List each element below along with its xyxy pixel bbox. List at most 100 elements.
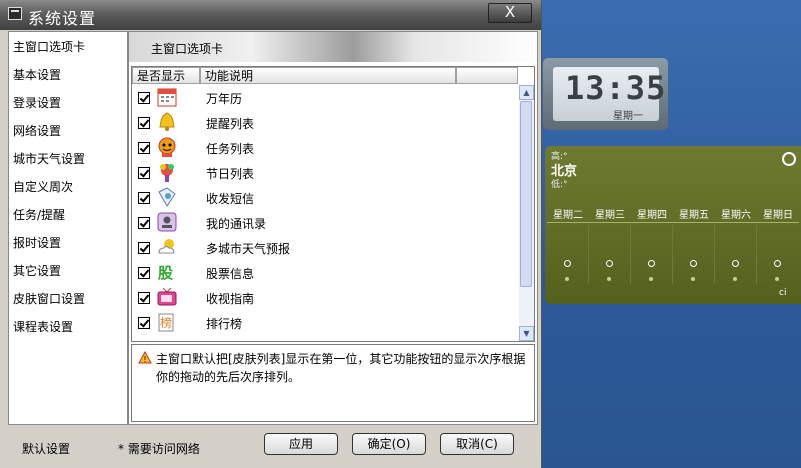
show-checkbox[interactable] (138, 92, 150, 104)
vertical-scrollbar[interactable]: ▲ ▼ (519, 85, 534, 341)
cancel-button[interactable]: 取消(C) (440, 433, 514, 455)
clock-face: 13:35 星期一 (553, 67, 665, 122)
list-item[interactable]: 多城市天气预报 (132, 235, 518, 260)
window-title: 系统设置 (28, 9, 97, 28)
feature-label: 收发短信 (206, 192, 255, 206)
show-checkbox[interactable] (138, 117, 150, 129)
list-item[interactable]: 万年历 (132, 85, 518, 110)
show-checkbox[interactable] (138, 142, 150, 154)
weather-dot-icon (606, 260, 613, 267)
sidebar-item-main-tabs[interactable]: 主窗口选项卡 (9, 34, 127, 60)
weather-day: 星期五 (673, 200, 715, 290)
list-item[interactable]: 提醒列表 (132, 110, 518, 135)
festival-icon (156, 161, 178, 183)
weather-dot-icon (774, 260, 781, 267)
weather-low: 低:° (551, 180, 568, 190)
day-label: 星期五 (679, 210, 709, 221)
day-label: 星期二 (553, 210, 583, 221)
list-item[interactable]: 收视指南 (132, 285, 518, 310)
feature-label: 节日列表 (206, 167, 255, 181)
scroll-up-button[interactable]: ▲ (519, 85, 534, 100)
info-box: 主窗口默认把[皮肤列表]显示在第一位，其它功能按钮的显示次序根据你的拖动的先后次… (131, 344, 535, 422)
weather-dot-icon (733, 277, 737, 281)
list-item[interactable]: 我的通讯录 (132, 210, 518, 235)
sidebar-item-skin-window[interactable]: 皮肤窗口设置 (9, 286, 127, 312)
weather-day: 星期三 (589, 200, 631, 290)
sidebar-item-task-reminder[interactable]: 任务/提醒 (9, 202, 127, 228)
apply-button[interactable]: 应用 (264, 433, 338, 455)
clock-day: 星期一 (613, 111, 643, 122)
show-checkbox[interactable] (138, 267, 150, 279)
show-checkbox[interactable] (138, 217, 150, 229)
sidebar-item-custom-week[interactable]: 自定义周次 (9, 174, 127, 200)
settings-dialog: 系统设置 X 主窗口选项卡 基本设置 登录设置 网络设置 城市天气设置 自定义周… (0, 0, 542, 468)
scroll-down-button[interactable]: ▼ (519, 326, 534, 341)
show-checkbox[interactable] (138, 167, 150, 179)
list-item[interactable]: 榜 排行榜 (132, 310, 518, 335)
warning-icon (138, 350, 152, 365)
svg-text:榜: 榜 (160, 315, 172, 330)
bell-icon (156, 111, 178, 133)
title-bar[interactable]: 系统设置 X (0, 0, 541, 30)
day-label: 星期日 (763, 210, 793, 221)
show-checkbox[interactable] (138, 292, 150, 304)
weather-dot-icon (607, 277, 611, 281)
day-label: 星期六 (721, 210, 751, 221)
clock-time: 13:35 (565, 69, 667, 107)
network-note: * 需要访问网络 (118, 442, 200, 456)
weather-dot-icon (691, 277, 695, 281)
weather-widget[interactable]: 高:° 北京 低:° 星期二 星期三 星期四 星期五 星期六 星期日 ci (545, 146, 801, 304)
feature-label: 收视指南 (206, 292, 255, 306)
default-settings-label[interactable]: 默认设置 (22, 440, 70, 457)
feature-rows: 万年历 提醒列表 任务列表 节日列表 收发短信 我的通讯录 多城市天气预报 股 … (132, 85, 518, 341)
stock-icon: 股 (156, 261, 178, 283)
clock-widget[interactable]: 13:35 星期一 (543, 58, 668, 130)
sidebar-item-timetable[interactable]: 课程表设置 (9, 314, 127, 340)
weather-day: 星期二 (547, 200, 589, 290)
list-item[interactable]: 收发短信 (132, 185, 518, 210)
feature-label: 提醒列表 (206, 117, 255, 131)
feature-label: 多城市天气预报 (206, 242, 291, 256)
list-item[interactable]: 任务列表 (132, 135, 518, 160)
settings-panel: 主窗口选项卡 是否显示 功能说明 万年历 提醒列表 任务列表 节日列表 收发短信… (128, 31, 538, 425)
day-label: 星期四 (637, 210, 667, 221)
info-text: 主窗口默认把[皮肤列表]显示在第一位，其它功能按钮的显示次序根据你的拖动的先后次… (156, 352, 526, 384)
day-label: 星期三 (595, 210, 625, 221)
sidebar-item-city-weather[interactable]: 城市天气设置 (9, 146, 127, 172)
weather-icon (156, 236, 178, 258)
info-icon[interactable]: ci (779, 288, 786, 298)
column-header-extra[interactable] (456, 67, 518, 84)
feature-label: 任务列表 (206, 142, 255, 156)
ok-button[interactable]: 确定(O) (352, 433, 426, 455)
column-header-description[interactable]: 功能说明 (200, 67, 456, 84)
window-menu-icon[interactable] (8, 7, 22, 20)
show-checkbox[interactable] (138, 242, 150, 254)
refresh-icon[interactable] (782, 152, 796, 166)
tv-icon (156, 286, 178, 308)
feature-label: 股票信息 (206, 267, 255, 281)
sidebar-item-basic[interactable]: 基本设置 (9, 62, 127, 88)
feature-label: 万年历 (206, 92, 243, 106)
contacts-icon (156, 211, 178, 233)
feature-list: 是否显示 功能说明 万年历 提醒列表 任务列表 节日列表 收发短信 我的通讯录 … (131, 66, 535, 342)
sidebar-item-other[interactable]: 其它设置 (9, 258, 127, 284)
task-icon (156, 136, 178, 158)
weather-dot-icon (564, 260, 571, 267)
show-checkbox[interactable] (138, 317, 150, 329)
sidebar-item-time-announce[interactable]: 报时设置 (9, 230, 127, 256)
panel-header: 主窗口选项卡 (129, 32, 537, 62)
sidebar-item-network[interactable]: 网络设置 (9, 118, 127, 144)
sidebar-item-login[interactable]: 登录设置 (9, 90, 127, 116)
feature-label: 排行榜 (206, 317, 243, 331)
svg-text:股: 股 (158, 264, 174, 282)
weather-day: 星期日 (757, 200, 799, 290)
list-item[interactable]: 股 股票信息 (132, 260, 518, 285)
close-button[interactable]: X (488, 3, 532, 23)
weather-day: 星期四 (631, 200, 673, 290)
list-item[interactable]: 节日列表 (132, 160, 518, 185)
weather-dot-icon (565, 277, 569, 281)
show-checkbox[interactable] (138, 192, 150, 204)
scroll-thumb[interactable] (520, 101, 532, 287)
column-header-show[interactable]: 是否显示 (132, 67, 200, 84)
weather-dot-icon (649, 277, 653, 281)
